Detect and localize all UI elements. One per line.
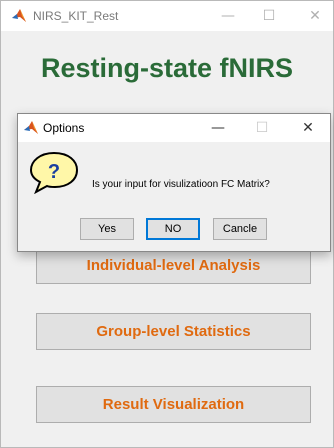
matlab-logo-icon <box>12 9 26 22</box>
matlab-logo-icon <box>24 121 38 134</box>
close-button[interactable]: ✕ <box>305 6 325 26</box>
dialog-minimize-button[interactable]: — <box>208 118 228 138</box>
dialog-title: Options <box>43 121 85 135</box>
dialog-close-button[interactable]: ✕ <box>298 118 318 138</box>
result-visualization-button[interactable]: Result Visualization <box>36 386 311 423</box>
dialog-titlebar[interactable]: Options — ☐ ✕ <box>18 114 330 142</box>
maximize-button[interactable]: ☐ <box>259 6 279 26</box>
svg-text:?: ? <box>48 161 60 183</box>
group-level-statistics-button[interactable]: Group-level Statistics <box>36 313 311 350</box>
app-heading: Resting-state fNIRS <box>40 53 294 83</box>
no-button[interactable]: NO <box>146 218 200 240</box>
dialog-message: Is your input for visulizatioon FC Matri… <box>92 179 270 190</box>
minimize-button[interactable]: — <box>218 6 238 26</box>
dialog-maximize-button: ☐ <box>255 120 269 136</box>
individual-level-analysis-button[interactable]: Individual-level Analysis <box>36 247 311 284</box>
window-title: NIRS_KIT_Rest <box>33 9 119 23</box>
yes-button[interactable]: Yes <box>80 218 134 240</box>
options-dialog: Options — ☐ ✕ ? Is your input for visuli… <box>17 113 331 252</box>
question-bubble-icon: ? <box>29 151 79 194</box>
cancel-button[interactable]: Cancle <box>213 218 267 240</box>
main-titlebar[interactable]: NIRS_KIT_Rest — ☐ ✕ <box>1 1 333 31</box>
